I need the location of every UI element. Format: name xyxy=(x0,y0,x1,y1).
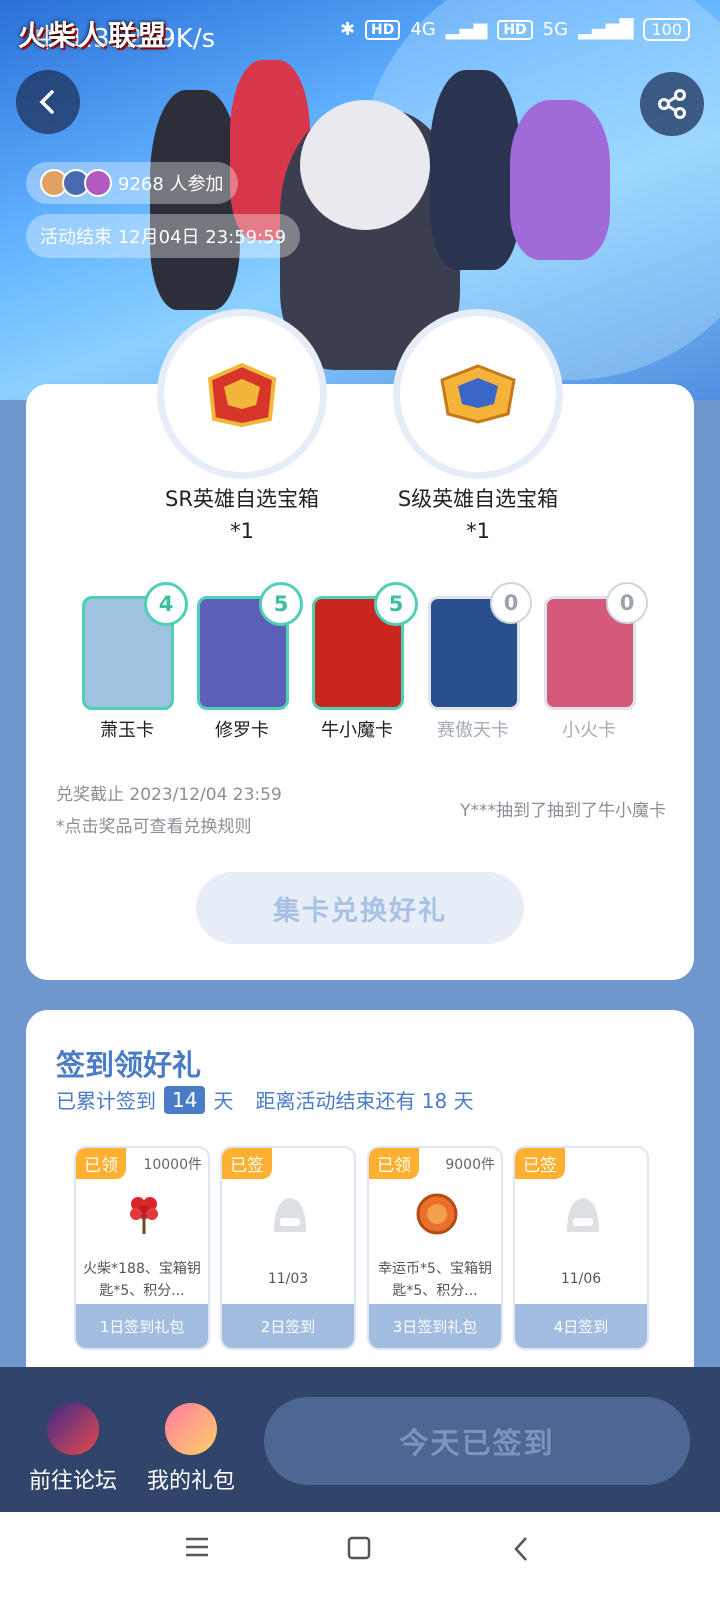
forum-app-icon xyxy=(47,1403,99,1455)
gift-title: 1日签到礼包 xyxy=(76,1304,208,1348)
s-chest-label: S级英雄自选宝箱 *1 xyxy=(358,483,598,547)
signal-icon: ▂▄▆ xyxy=(445,19,488,40)
gift-title: 2日签到 xyxy=(222,1304,354,1348)
gift-status-tag: 已签 xyxy=(222,1148,272,1179)
exchange-rule-hint: *点击奖品可查看兑换规则 xyxy=(56,817,252,837)
my-gifts-label: 我的礼包 xyxy=(146,1469,235,1494)
sign-gift-day1[interactable]: 已领 10000件 火柴*188、宝箱钥匙*5、积分... 1日签到礼包 xyxy=(74,1146,210,1350)
game-logo: 火柴人联盟 xyxy=(18,19,169,52)
gift-title: 4日签到 xyxy=(515,1304,647,1348)
gift-stock: 9000件 xyxy=(445,1157,495,1173)
placeholder-avatar-icon xyxy=(567,1198,599,1232)
back-nav-button[interactable] xyxy=(512,1536,530,1566)
hero-card-name: 小火卡 xyxy=(562,720,616,741)
sign-in-title: 签到领好礼 xyxy=(56,1048,202,1082)
signal-4g: 4G xyxy=(410,19,436,40)
sr-chest-name: SR英雄自选宝箱 xyxy=(165,487,319,511)
sign-gift-day2[interactable]: 已签 11/03 2日签到 xyxy=(220,1146,356,1350)
hd-badge: HD xyxy=(497,19,533,40)
sr-chest[interactable] xyxy=(164,316,320,472)
event-end-time: 活动结束 12月04日 23:59:59 xyxy=(40,227,287,248)
lucky-coin-icon xyxy=(416,1193,458,1235)
placeholder-avatar-icon xyxy=(274,1198,306,1232)
sign-days-count: 14 xyxy=(164,1085,206,1114)
gift-description: 火柴*188、宝箱钥匙*5、积分... xyxy=(83,1261,201,1299)
exchange-deadline: 兑奖截止 2023/12/04 23:59 xyxy=(56,785,282,805)
signed-today-button[interactable]: 今天已签到 xyxy=(264,1397,690,1485)
bluetooth-icon: ✱ xyxy=(339,19,356,40)
sr-chest-label: SR英雄自选宝箱 *1 xyxy=(122,483,362,547)
back-arrow-icon xyxy=(39,90,54,114)
sign-days-unit: 天 xyxy=(213,1089,234,1113)
end-time-pill: 活动结束 12月04日 23:59:59 xyxy=(26,214,301,258)
participants-count: 9268 人参加 xyxy=(118,174,224,195)
gift-bag-icon xyxy=(165,1403,217,1455)
bottom-action-bar: 前往论坛 我的礼包 今天已签到 xyxy=(0,1367,720,1512)
gift-sign-date: 11/06 xyxy=(560,1271,602,1287)
days-remaining: 距离活动结束还有 18 天 xyxy=(255,1089,474,1113)
avatar xyxy=(84,169,112,197)
gift-title: 3日签到礼包 xyxy=(369,1304,501,1348)
sr-chest-qty: *1 xyxy=(230,519,254,543)
gift-description: 幸运币*5、宝箱钥匙*5、积分... xyxy=(378,1261,492,1299)
card-count-badge: 5 xyxy=(374,582,418,626)
menu-icon xyxy=(186,1537,208,1557)
gift-status-tag: 已签 xyxy=(515,1148,565,1179)
card-count-badge: 0 xyxy=(606,582,648,624)
gift-sign-date: 11/03 xyxy=(267,1271,309,1287)
s-chest[interactable] xyxy=(400,316,556,472)
forum-link[interactable]: 前往论坛 xyxy=(18,1403,128,1495)
s-chest-name: S级英雄自选宝箱 xyxy=(397,487,559,511)
sign-in-summary: 已累计签到 14 天 距离活动结束还有 18 天 xyxy=(56,1085,474,1114)
my-gifts-link[interactable]: 我的礼包 xyxy=(136,1403,246,1495)
gift-status-tag: 已领 xyxy=(76,1148,126,1179)
status-icons: ✱ HD 4G ▂▄▆ HD 5G ▂▄▆█ 100 xyxy=(340,18,690,41)
menu-nav-button[interactable] xyxy=(184,1536,210,1562)
home-square-icon xyxy=(347,1536,371,1560)
participants-pill: 9268 人参加 xyxy=(26,162,238,204)
s-chest-qty: *1 xyxy=(466,519,490,543)
home-nav-button[interactable] xyxy=(347,1536,371,1564)
hero-card-name: 牛小魔卡 xyxy=(321,720,393,741)
hero-art xyxy=(430,70,520,270)
hd-badge: HD xyxy=(365,19,401,40)
hero-art xyxy=(510,100,610,260)
gold-chest-icon xyxy=(440,364,516,424)
red-flower-icon xyxy=(130,1197,158,1234)
participant-avatars xyxy=(40,169,112,197)
share-icon xyxy=(658,89,686,119)
card-count-badge: 4 xyxy=(144,582,188,626)
winner-marquee: Y***抽到了抽到了牛小魔卡 xyxy=(460,801,666,821)
sign-gift-day3[interactable]: 已领 9000件 幸运币*5、宝箱钥匙*5、积分... 3日签到礼包 xyxy=(367,1146,503,1350)
sign-prefix: 已累计签到 xyxy=(56,1089,156,1113)
card-count-badge: 5 xyxy=(259,582,303,626)
system-nav-bar xyxy=(0,1512,720,1600)
share-button[interactable] xyxy=(640,72,704,136)
hero-card-name: 修罗卡 xyxy=(215,720,269,741)
gift-stock: 10000件 xyxy=(143,1157,202,1173)
hero-art xyxy=(300,100,430,230)
hero-card-name: 萧玉卡 xyxy=(100,720,154,741)
signal-icon: ▂▄▆█ xyxy=(578,19,634,40)
exchange-button[interactable]: 集卡兑换好礼 xyxy=(196,872,524,944)
card-count-badge: 0 xyxy=(490,582,532,624)
battery-indicator: 100 xyxy=(643,18,690,41)
signal-5g: 5G xyxy=(542,19,569,40)
back-button[interactable] xyxy=(16,70,80,134)
sign-gift-day4[interactable]: 已签 11/06 4日签到 xyxy=(513,1146,649,1350)
gift-status-tag: 已领 xyxy=(369,1148,419,1179)
hero-card-name: 赛傲天卡 xyxy=(437,720,509,741)
forum-label: 前往论坛 xyxy=(28,1469,117,1494)
red-chest-icon xyxy=(207,362,277,427)
back-chevron-icon xyxy=(514,1537,527,1561)
